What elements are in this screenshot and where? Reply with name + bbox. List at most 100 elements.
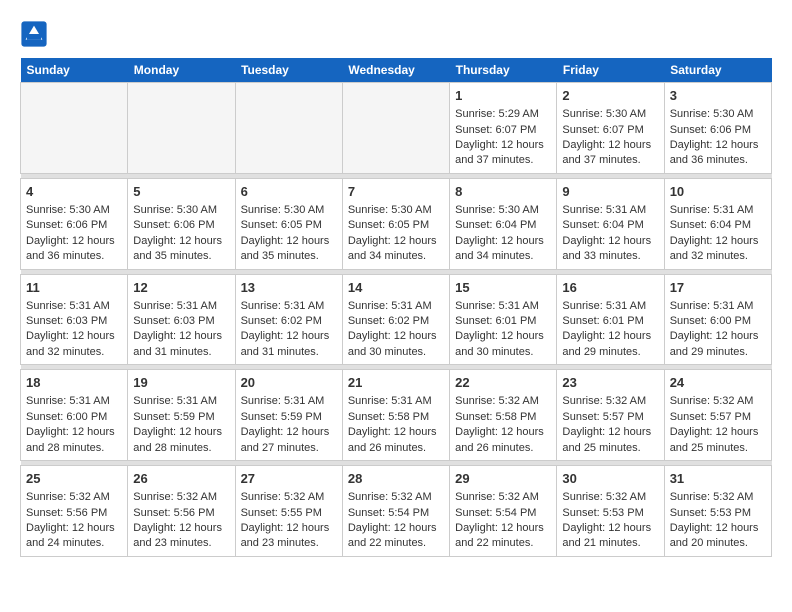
daylight-label: Daylight: 12 hours and 35 minutes.: [133, 234, 229, 265]
sunrise-line: Sunrise: 5:31 AM: [133, 299, 229, 314]
sunset-line: Sunset: 6:02 PM: [241, 314, 337, 329]
week-row-2: 4Sunrise: 5:30 AMSunset: 6:06 PMDaylight…: [21, 178, 772, 269]
sunset-line: Sunset: 6:03 PM: [133, 314, 229, 329]
sunrise-line: Sunrise: 5:31 AM: [348, 394, 444, 409]
sunset-line: Sunset: 6:07 PM: [455, 123, 551, 138]
day-cell-27: 27 Sunrise: 5:32 AMSunset: 5:55 PMDayligh…: [235, 466, 342, 557]
daylight-label: Daylight: 12 hours and 28 minutes.: [133, 425, 229, 456]
sunset-line: Sunset: 5:58 PM: [348, 410, 444, 425]
sunrise-line: Sunrise: 5:31 AM: [241, 394, 337, 409]
day-number: 7: [348, 183, 444, 201]
day-number: 29: [455, 470, 551, 488]
sunset-line: Sunset: 6:04 PM: [562, 218, 658, 233]
sunrise-line: Sunrise: 5:32 AM: [670, 394, 766, 409]
sunset-line: Sunset: 5:59 PM: [241, 410, 337, 425]
sunrise-line: Sunrise: 5:30 AM: [26, 203, 122, 218]
day-number: 6: [241, 183, 337, 201]
day-cell-19: 19 Sunrise: 5:31 AMSunset: 5:59 PMDayligh…: [128, 370, 235, 461]
sunrise-line: Sunrise: 5:32 AM: [241, 490, 337, 505]
sunset-line: Sunset: 6:04 PM: [670, 218, 766, 233]
daylight-label: Daylight: 12 hours and 36 minutes.: [670, 138, 766, 169]
sunrise-line: Sunrise: 5:31 AM: [133, 394, 229, 409]
sunset-line: Sunset: 5:55 PM: [241, 506, 337, 521]
week-row-1: 1 Sunrise: 5:29 AMSunset: 6:07 PM Daylight…: [21, 83, 772, 174]
day-header-monday: Monday: [128, 58, 235, 83]
sunrise-line: Sunrise: 5:30 AM: [241, 203, 337, 218]
day-cell-11: 11Sunrise: 5:31 AMSunset: 6:03 PMDayligh…: [21, 274, 128, 365]
day-cell-23: 23Sunrise: 5:32 AMSunset: 5:57 PMDayligh…: [557, 370, 664, 461]
sunrise-line: Sunrise: 5:31 AM: [26, 299, 122, 314]
day-number: 27: [241, 470, 337, 488]
sunrise-line: Sunrise: 5:31 AM: [670, 203, 766, 218]
day-cell-20: 20Sunrise: 5:31 AMSunset: 5:59 PMDayligh…: [235, 370, 342, 461]
sunrise-line: Sunrise: 5:32 AM: [562, 394, 658, 409]
daylight-label: Daylight: 12 hours and 29 minutes.: [562, 329, 658, 360]
day-cell-28: 28 Sunrise: 5:32 AMSunset: 5:54 PMDayligh…: [342, 466, 449, 557]
daylight-label: Daylight: 12 hours and 34 minutes.: [348, 234, 444, 265]
sunrise-line: Sunrise: 5:32 AM: [348, 490, 444, 505]
day-header-friday: Friday: [557, 58, 664, 83]
sunrise-line: Sunrise: 5:32 AM: [670, 490, 766, 505]
daylight-label: Daylight: 12 hours and 31 minutes.: [241, 329, 337, 360]
day-number: 24: [670, 374, 766, 392]
day-number: 19: [133, 374, 229, 392]
day-number: 3: [670, 87, 766, 105]
day-cell-empty-2: [235, 83, 342, 174]
sunrise-line: Sunrise: 5:31 AM: [241, 299, 337, 314]
day-cell-4: 4Sunrise: 5:30 AMSunset: 6:06 PMDaylight…: [21, 178, 128, 269]
day-cell-26: 26Sunrise: 5:32 AMSunset: 5:56 PMDayligh…: [128, 466, 235, 557]
day-number: 2: [562, 87, 658, 105]
day-number: 31: [670, 470, 766, 488]
daylight-label: Daylight: 12 hours and 25 minutes.: [562, 425, 658, 456]
day-cell-empty-0: [21, 83, 128, 174]
page-header: [20, 20, 772, 48]
logo: [20, 20, 52, 48]
day-cell-15: 15Sunrise: 5:31 AMSunset: 6:01 PMDayligh…: [450, 274, 557, 365]
day-number: 28: [348, 470, 444, 488]
sunset-line: Sunset: 6:06 PM: [26, 218, 122, 233]
sunset-line: Sunset: 6:05 PM: [241, 218, 337, 233]
sunset-line: Sunset: 5:54 PM: [348, 506, 444, 521]
day-number: 17: [670, 279, 766, 297]
day-number: 26: [133, 470, 229, 488]
sunrise-line: Sunrise: 5:31 AM: [455, 299, 551, 314]
sunset-line: Sunset: 5:59 PM: [133, 410, 229, 425]
sunrise-line: Sunrise: 5:29 AM: [455, 107, 551, 122]
day-number: 1: [455, 87, 551, 105]
daylight-label: Daylight: 12 hours and 28 minutes.: [26, 425, 122, 456]
day-cell-9: 9Sunrise: 5:31 AMSunset: 6:04 PMDaylight…: [557, 178, 664, 269]
sunset-line: Sunset: 5:57 PM: [670, 410, 766, 425]
day-cell-3: 3Sunrise: 5:30 AMSunset: 6:06 PMDaylight…: [664, 83, 771, 174]
sunset-line: Sunset: 6:03 PM: [26, 314, 122, 329]
day-number: 11: [26, 279, 122, 297]
sunrise-line: Sunrise: 5:31 AM: [562, 299, 658, 314]
daylight-label: Daylight: 12 hours and 30 minutes.: [348, 329, 444, 360]
sunset-line: Sunset: 5:53 PM: [670, 506, 766, 521]
sunset-line: Sunset: 5:53 PM: [562, 506, 658, 521]
sunrise-line: Sunrise: 5:31 AM: [670, 299, 766, 314]
daylight-label: Daylight: 12 hours and 37 minutes.: [562, 138, 658, 169]
week-row-4: 18Sunrise: 5:31 AMSunset: 6:00 PMDayligh…: [21, 370, 772, 461]
day-cell-16: 16Sunrise: 5:31 AMSunset: 6:01 PMDayligh…: [557, 274, 664, 365]
day-number: 22: [455, 374, 551, 392]
day-cell-6: 6 Sunrise: 5:30 AMSunset: 6:05 PMDaylight…: [235, 178, 342, 269]
day-number: 10: [670, 183, 766, 201]
sunset-line: Sunset: 6:01 PM: [455, 314, 551, 329]
day-number: 30: [562, 470, 658, 488]
daylight-label: Daylight: 12 hours and 35 minutes.: [241, 234, 337, 265]
day-cell-13: 13Sunrise: 5:31 AMSunset: 6:02 PMDayligh…: [235, 274, 342, 365]
sunrise-line: Sunrise: 5:30 AM: [348, 203, 444, 218]
sunset-line: Sunset: 5:58 PM: [455, 410, 551, 425]
daylight-label: Daylight: 12 hours and 23 minutes.: [241, 521, 337, 552]
day-cell-17: 17Sunrise: 5:31 AMSunset: 6:00 PMDayligh…: [664, 274, 771, 365]
day-cell-8: 8Sunrise: 5:30 AMSunset: 6:04 PMDaylight…: [450, 178, 557, 269]
sunset-line: Sunset: 6:04 PM: [455, 218, 551, 233]
sunrise-line: Sunrise: 5:31 AM: [348, 299, 444, 314]
day-cell-2: 2Sunrise: 5:30 AMSunset: 6:07 PMDaylight…: [557, 83, 664, 174]
day-cell-22: 22Sunrise: 5:32 AMSunset: 5:58 PMDayligh…: [450, 370, 557, 461]
daylight-label: Daylight: 12 hours and 31 minutes.: [133, 329, 229, 360]
week-row-3: 11Sunrise: 5:31 AMSunset: 6:03 PMDayligh…: [21, 274, 772, 365]
sunrise-line: Sunrise: 5:31 AM: [562, 203, 658, 218]
day-cell-14: 14Sunrise: 5:31 AMSunset: 6:02 PMDayligh…: [342, 274, 449, 365]
daylight-label: Daylight: 12 hours and 22 minutes.: [348, 521, 444, 552]
